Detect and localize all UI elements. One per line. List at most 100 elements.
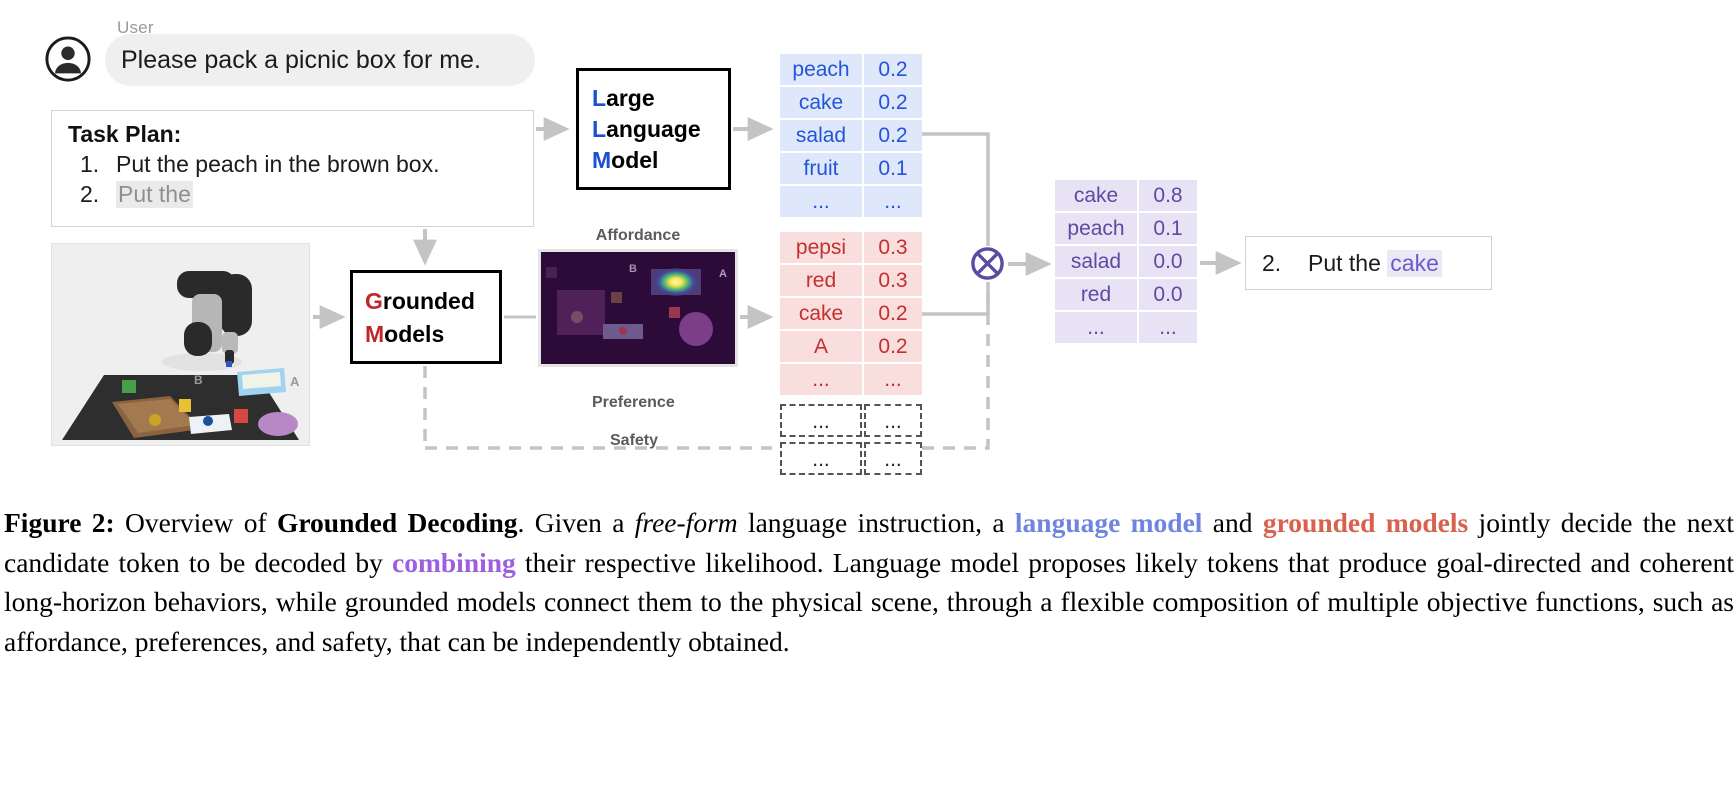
table-row: cake 0.2 <box>780 298 922 331</box>
gm-line-2: Models <box>365 318 499 351</box>
safety-label: Safety <box>610 432 659 449</box>
gm-cap-M: M <box>365 320 385 347</box>
table-row: ... ... <box>780 364 922 397</box>
prob-cell: 0.2 <box>864 331 922 362</box>
token-cell: pepsi <box>780 232 862 263</box>
prob-cell: 0.8 <box>1139 180 1197 211</box>
llm-line-1: Large <box>592 83 728 114</box>
figure-caption: Figure 2: Overview of Grounded Decoding.… <box>4 503 1734 661</box>
gm-line-1: Grounded <box>365 285 499 318</box>
llm-cap-L1: L <box>592 85 607 111</box>
token-cell: salad <box>1055 246 1137 277</box>
prob-cell: 0.3 <box>864 232 922 263</box>
caption-t2: . Given a <box>517 507 635 538</box>
prob-cell: 0.1 <box>864 153 922 184</box>
output-step-number: 2. <box>1262 249 1282 276</box>
gm-rest-1: rounded <box>382 288 475 314</box>
table-row: ... ... <box>1055 312 1197 345</box>
prob-cell: 0.0 <box>1139 279 1197 310</box>
caption-bold-term: Grounded Decoding <box>276 507 518 538</box>
step-text: Put the peach in the brown box. <box>116 151 440 177</box>
prob-cell: ... <box>864 442 922 475</box>
table-row: peach 0.1 <box>1055 213 1197 246</box>
safety-token-row: ... ... <box>780 442 922 475</box>
table-row: ... ... <box>780 186 922 219</box>
llm-cap-M: M <box>592 147 612 174</box>
preference-token-row: ... ... <box>780 404 922 437</box>
table-row: A 0.2 <box>780 331 922 364</box>
table-row: salad 0.0 <box>1055 246 1197 279</box>
caption-combining: combining <box>392 546 516 578</box>
token-cell: cake <box>1055 180 1137 211</box>
affordance-heatmap: B A <box>538 249 738 367</box>
affordance-label: Affordance <box>595 227 681 244</box>
large-language-model-box: Large Language Model <box>576 68 731 190</box>
llm-rest-2: anguage <box>606 116 701 143</box>
decoded-output-box: 2. Put the cake <box>1245 236 1492 290</box>
prob-cell: 0.2 <box>864 120 922 151</box>
prob-cell: 0.2 <box>864 54 922 85</box>
prob-cell: 0.2 <box>864 298 922 329</box>
token-cell: ... <box>780 442 862 475</box>
caption-figure-label: Figure 2: <box>4 507 115 538</box>
llm-line-2: Language <box>592 114 728 145</box>
robot-scene-image: B A <box>51 243 310 446</box>
token-cell: A <box>780 331 862 362</box>
llm-cap-L2: L <box>592 116 607 143</box>
prob-cell: ... <box>1139 312 1197 343</box>
token-cell: ... <box>780 364 862 395</box>
token-cell: ... <box>1055 312 1137 343</box>
token-cell: cake <box>780 87 862 118</box>
token-cell: red <box>1055 279 1137 310</box>
token-cell: cake <box>780 298 862 329</box>
token-cell: salad <box>780 120 862 151</box>
prob-cell: 0.1 <box>1139 213 1197 244</box>
table-row: red 0.0 <box>1055 279 1197 312</box>
combined-token-table: cake 0.8 peach 0.1 salad 0.0 red 0.0 ...… <box>1055 180 1197 345</box>
step-number: 2. <box>80 181 100 207</box>
svg-text:B: B <box>629 263 637 275</box>
gm-cap-G: G <box>365 288 383 314</box>
caption-t4: and <box>1202 507 1263 538</box>
step-number: 1. <box>80 151 100 177</box>
token-cell: fruit <box>780 153 862 184</box>
task-plan-step-1: 1. Put the peach in the brown box. <box>68 151 533 178</box>
grounded-token-table: pepsi 0.3 red 0.3 cake 0.2 A 0.2 ... ... <box>780 232 922 397</box>
svg-text:B: B <box>194 373 203 387</box>
caption-t1: Overview of <box>114 507 277 538</box>
task-plan-title: Task Plan: <box>68 121 182 147</box>
token-cell: peach <box>780 54 862 85</box>
token-cell: peach <box>1055 213 1137 244</box>
task-plan-panel: Task Plan: 1. Put the peach in the brown… <box>51 110 534 227</box>
table-row: cake 0.2 <box>780 87 922 120</box>
prob-cell: ... <box>864 364 922 395</box>
table-row: fruit 0.1 <box>780 153 922 186</box>
llm-line-3: Model <box>592 145 728 176</box>
task-plan-step-2: 2. Put the <box>68 181 533 208</box>
user-message-text: Please pack a picnic box for me. <box>121 45 481 74</box>
token-cell: ... <box>780 404 862 437</box>
caption-language-model: language model <box>1014 507 1203 538</box>
svg-text:A: A <box>290 374 300 389</box>
llm-rest-1: arge <box>606 85 655 111</box>
llm-token-table: peach 0.2 cake 0.2 salad 0.2 fruit 0.1 .… <box>780 54 922 219</box>
prob-cell: 0.3 <box>864 265 922 296</box>
grounded-models-box: Grounded Models <box>350 270 502 364</box>
prob-cell: 0.0 <box>1139 246 1197 277</box>
output-prefix: Put the <box>1308 249 1381 276</box>
table-row: red 0.3 <box>780 265 922 298</box>
table-row: pepsi 0.3 <box>780 232 922 265</box>
table-row: cake 0.8 <box>1055 180 1197 213</box>
prob-cell: ... <box>864 186 922 217</box>
prob-cell: ... <box>864 404 922 437</box>
caption-grounded-models: grounded models <box>1262 507 1469 538</box>
gm-rest-2: odels <box>384 320 445 347</box>
output-decoded-token: cake <box>1387 249 1442 277</box>
caption-italic-term: free-form <box>634 507 738 538</box>
table-row: peach 0.2 <box>780 54 922 87</box>
preference-label: Preference <box>592 394 675 411</box>
table-row: salad 0.2 <box>780 120 922 153</box>
step-text-pending: Put the <box>116 181 193 208</box>
user-message-bubble: Please pack a picnic box for me. <box>105 34 535 86</box>
avatar <box>45 36 91 82</box>
